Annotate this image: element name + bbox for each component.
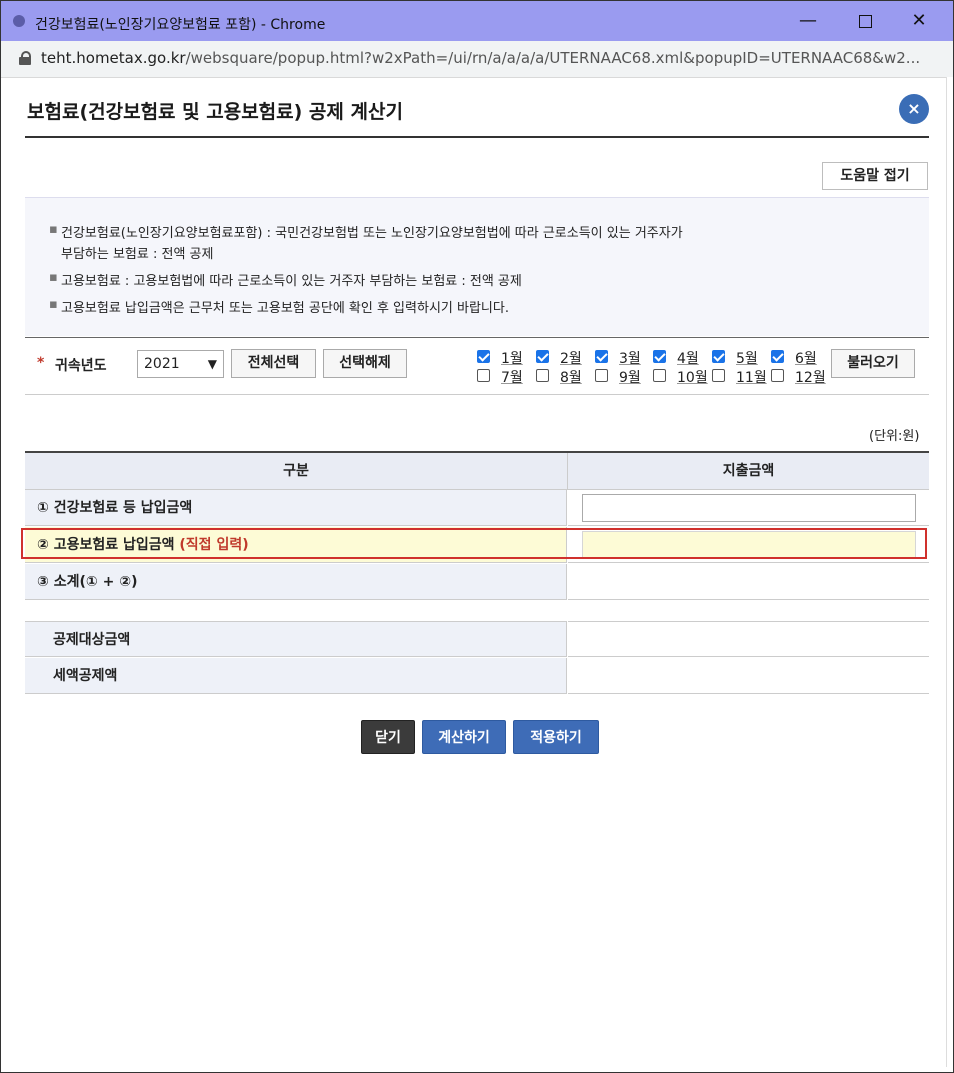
month-label: 11월 bbox=[736, 370, 767, 386]
month-label: 7월 bbox=[501, 370, 523, 386]
month-label: 12월 bbox=[795, 370, 826, 386]
url-path: /websquare/popup.html?w2xPath=/ui/rn/a/a… bbox=[185, 49, 921, 67]
row-label: 공제대상금액 bbox=[25, 621, 567, 657]
month-checkbox-3[interactable]: 3월 bbox=[595, 348, 653, 367]
help-text: 부담하는 보험료 : 전액 공제 bbox=[61, 247, 214, 262]
row-label-text: ③ 소계(① + ②) bbox=[37, 574, 138, 590]
month-checkbox-10[interactable]: 10월 bbox=[653, 367, 711, 386]
month-checkbox-11[interactable]: 11월 bbox=[712, 367, 770, 386]
apply-button[interactable]: 적용하기 bbox=[513, 720, 599, 754]
unit-label: (단위:원) bbox=[869, 429, 920, 444]
address-bar[interactable]: teht.hometax.go.kr/websquare/popup.html?… bbox=[1, 41, 953, 78]
address-url[interactable]: teht.hometax.go.kr/websquare/popup.html?… bbox=[41, 49, 936, 67]
month-label: 6월 bbox=[795, 351, 817, 367]
row-value bbox=[568, 621, 929, 657]
maximize-button[interactable] bbox=[845, 9, 885, 33]
checkbox[interactable] bbox=[477, 350, 490, 363]
row-value bbox=[568, 490, 929, 526]
row-value bbox=[568, 564, 929, 600]
checkbox[interactable] bbox=[536, 350, 549, 363]
help-text: 건강보험료(노인장기요양보험료포함) : 국민건강보험법 또는 노인장기요양보험… bbox=[61, 226, 683, 241]
row-label-text: ① 건강보험료 등 납입금액 bbox=[37, 500, 193, 516]
row-label-text: 공제대상금액 bbox=[53, 632, 131, 648]
header-category: 구분 bbox=[25, 453, 568, 490]
window-title: 건강보험료(노인장기요양보험료 포함) - Chrome bbox=[35, 17, 326, 33]
url-domain: teht.hometax.go.kr bbox=[41, 49, 186, 67]
year-label: 귀속년도 bbox=[55, 358, 107, 374]
help-toggle-button[interactable]: 도움말 접기 bbox=[822, 162, 928, 190]
month-label: 1월 bbox=[501, 351, 523, 367]
checkbox[interactable] bbox=[653, 369, 666, 382]
row-value bbox=[568, 658, 929, 694]
checkbox[interactable] bbox=[771, 369, 784, 382]
filter-row: * 귀속년도 2021 ▼ 전체선택 선택해제 1월 2월 3월 4월 5월 6… bbox=[25, 337, 929, 395]
window-title-bar: 건강보험료(노인장기요양보험료 포함) - Chrome — ✕ bbox=[1, 1, 953, 41]
month-checkbox-7[interactable]: 7월 bbox=[477, 367, 535, 386]
row-label: ① 건강보험료 등 납입금액 bbox=[25, 490, 567, 526]
month-label: 3월 bbox=[619, 351, 641, 367]
month-checkbox-9[interactable]: 9월 bbox=[595, 367, 653, 386]
help-text: 고용보험료 납입금액은 근무처 또는 고용보험 공단에 확인 후 입력하시기 바… bbox=[61, 301, 509, 316]
year-value: 2021 bbox=[144, 356, 180, 372]
help-line: ▪ 건강보험료(노인장기요양보험료포함) : 국민건강보험법 또는 노인장기요양보… bbox=[49, 222, 683, 241]
chrome-icon bbox=[13, 15, 25, 27]
year-select[interactable]: 2021 ▼ bbox=[137, 350, 224, 378]
help-text: 고용보험료 : 고용보험법에 따라 근로소득이 있는 거주자 부담하는 보험료 … bbox=[61, 274, 522, 289]
checkbox[interactable] bbox=[712, 369, 725, 382]
lock-icon bbox=[19, 51, 31, 65]
chevron-down-icon: ▼ bbox=[207, 357, 217, 371]
health-insurance-input[interactable] bbox=[582, 494, 916, 522]
required-mark: * bbox=[37, 355, 45, 371]
checkbox[interactable] bbox=[477, 369, 490, 382]
month-checkbox-12[interactable]: 12월 bbox=[771, 367, 829, 386]
checkbox[interactable] bbox=[712, 350, 725, 363]
help-line: 부담하는 보험료 : 전액 공제 bbox=[61, 243, 213, 262]
month-checkbox-4[interactable]: 4월 bbox=[653, 348, 711, 367]
month-label: 4월 bbox=[677, 351, 699, 367]
checkbox[interactable] bbox=[771, 350, 784, 363]
help-panel: ▪ 건강보험료(노인장기요양보험료포함) : 국민건강보험법 또는 노인장기요양보… bbox=[25, 197, 929, 336]
row-label-text: 세액공제액 bbox=[53, 668, 118, 684]
month-checkbox-6[interactable]: 6월 bbox=[771, 348, 829, 367]
close-button[interactable]: 닫기 bbox=[361, 720, 415, 754]
month-checkbox-1[interactable]: 1월 bbox=[477, 348, 535, 367]
row-label: ③ 소계(① + ②) bbox=[25, 564, 567, 600]
dialog-title: 보험료(건강보험료 및 고용보험료) 공제 계산기 bbox=[27, 101, 403, 123]
scrollbar[interactable] bbox=[946, 77, 953, 1067]
calculate-button[interactable]: 계산하기 bbox=[422, 720, 506, 754]
month-label: 10월 bbox=[677, 370, 708, 386]
checkbox[interactable] bbox=[536, 369, 549, 382]
select-all-button[interactable]: 전체선택 bbox=[231, 349, 316, 378]
title-divider bbox=[25, 136, 929, 138]
month-label: 2월 bbox=[560, 351, 582, 367]
browser-popup-window: 건강보험료(노인장기요양보험료 포함) - Chrome — ✕ teht.ho… bbox=[0, 0, 954, 1073]
help-line: ▪ 고용보험료 : 고용보험법에 따라 근로소득이 있는 거주자 부담하는 보험료… bbox=[49, 270, 522, 289]
header-amount: 지출금액 bbox=[568, 453, 929, 490]
dialog-close-icon[interactable]: × bbox=[899, 94, 929, 124]
month-label: 8월 bbox=[560, 370, 582, 386]
clear-selection-button[interactable]: 선택해제 bbox=[323, 349, 407, 378]
minimize-button[interactable]: — bbox=[788, 9, 828, 33]
load-button[interactable]: 불러오기 bbox=[831, 349, 915, 378]
month-label: 9월 bbox=[619, 370, 641, 386]
month-label: 5월 bbox=[736, 351, 758, 367]
month-checkbox-2[interactable]: 2월 bbox=[536, 348, 594, 367]
row-label: 세액공제액 bbox=[25, 658, 567, 694]
checkbox[interactable] bbox=[653, 350, 666, 363]
checkbox[interactable] bbox=[595, 369, 608, 382]
highlight-annotation bbox=[21, 528, 927, 559]
maximize-icon bbox=[858, 14, 872, 28]
window-close-button[interactable]: ✕ bbox=[899, 9, 939, 33]
checkbox[interactable] bbox=[595, 350, 608, 363]
month-checkbox-5[interactable]: 5월 bbox=[712, 348, 770, 367]
help-line: ▪ 고용보험료 납입금액은 근무처 또는 고용보험 공단에 확인 후 입력하시기 … bbox=[49, 297, 509, 316]
month-checkbox-8[interactable]: 8월 bbox=[536, 367, 594, 386]
month-checkbox-grid: 1월 2월 3월 4월 5월 6월 7월 8월 9월 10월 11월 12월 bbox=[477, 348, 829, 386]
